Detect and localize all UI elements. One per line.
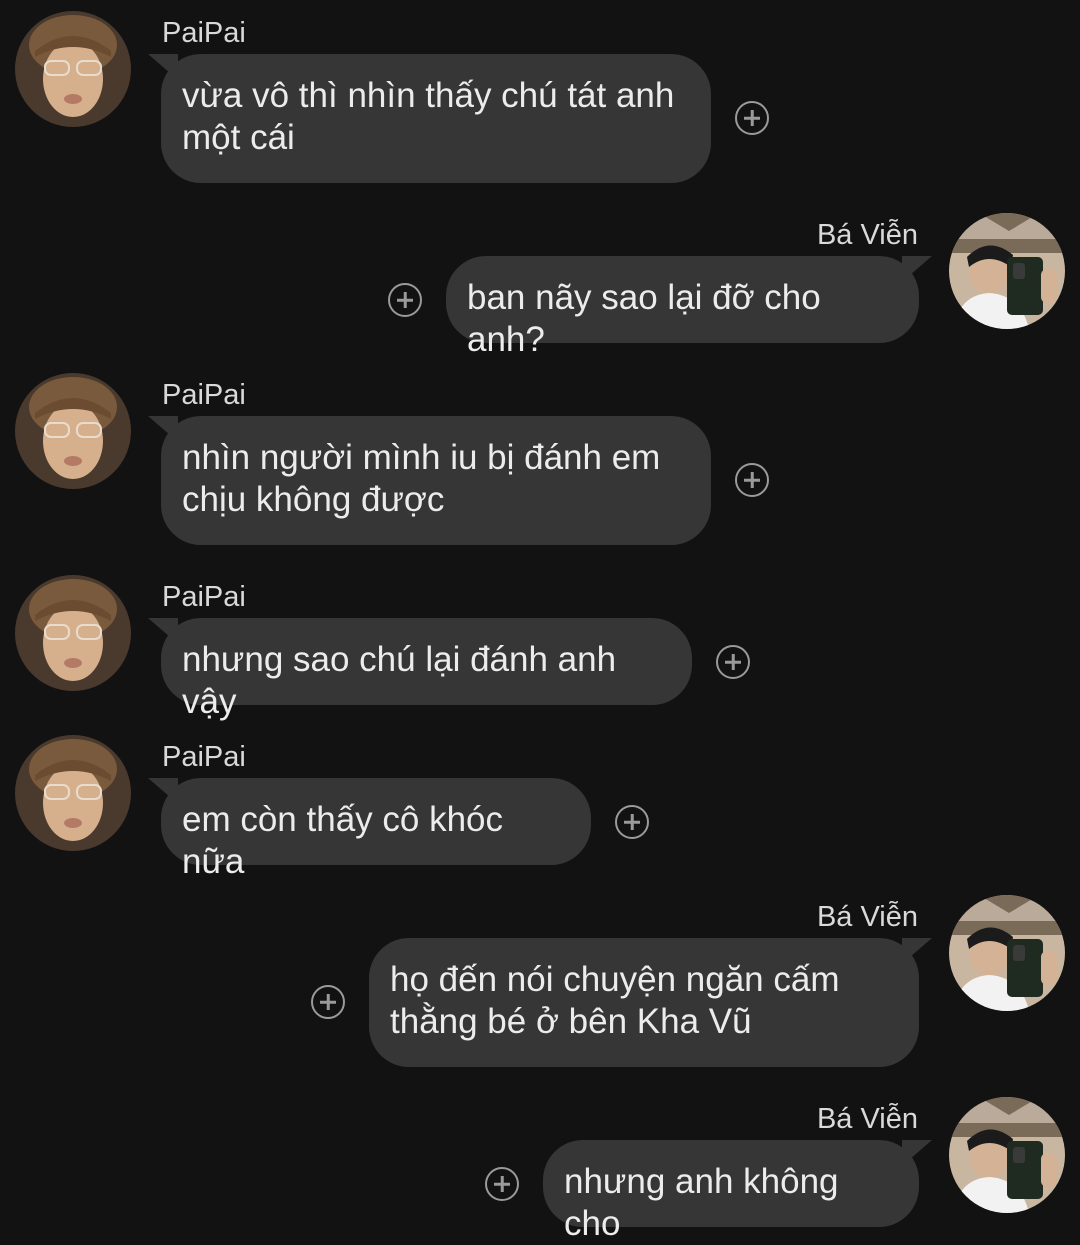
- plus-circle-icon[interactable]: [716, 645, 750, 679]
- message-bubble[interactable]: nhìn người mình iu bị đánh em chịu không…: [161, 416, 711, 545]
- sender-name: PaiPai: [162, 741, 246, 773]
- avatar-paipai[interactable]: [15, 735, 131, 851]
- chat-screen: { "messages": [ { "sender": "PaiPai", "s…: [0, 0, 1080, 1243]
- plus-circle-icon[interactable]: [735, 463, 769, 497]
- plus-circle-icon[interactable]: [615, 805, 649, 839]
- message-bubble[interactable]: họ đến nói chuyện ngăn cấm thằng bé ở bê…: [369, 938, 919, 1067]
- sender-name: PaiPai: [162, 379, 246, 411]
- plus-circle-icon[interactable]: [485, 1167, 519, 1201]
- sender-name: PaiPai: [162, 581, 246, 613]
- message-bubble[interactable]: ban nãy sao lại đỡ cho anh?: [446, 256, 919, 359]
- sender-name: Bá Viễn: [816, 1103, 918, 1135]
- avatar-paipai[interactable]: [15, 373, 131, 489]
- sender-name: PaiPai: [162, 17, 246, 49]
- message-bubble[interactable]: vừa vô thì nhìn thấy chú tát anh một cái: [161, 54, 711, 183]
- message-bubble[interactable]: em còn thấy cô khóc nữa: [161, 778, 591, 881]
- sender-name: Bá Viễn: [816, 901, 918, 933]
- plus-circle-icon[interactable]: [311, 985, 345, 1019]
- avatar-ba-vien[interactable]: [949, 895, 1065, 1011]
- avatar-ba-vien[interactable]: [949, 213, 1065, 329]
- plus-circle-icon[interactable]: [388, 283, 422, 317]
- avatar-ba-vien[interactable]: [949, 1097, 1065, 1213]
- message-bubble[interactable]: nhưng sao chú lại đánh anh vậy: [161, 618, 692, 721]
- avatar-paipai[interactable]: [15, 575, 131, 691]
- sender-name: Bá Viễn: [816, 219, 918, 251]
- avatar-paipai[interactable]: [15, 11, 131, 127]
- message-bubble[interactable]: nhưng anh không cho: [543, 1140, 919, 1243]
- plus-circle-icon[interactable]: [735, 101, 769, 135]
